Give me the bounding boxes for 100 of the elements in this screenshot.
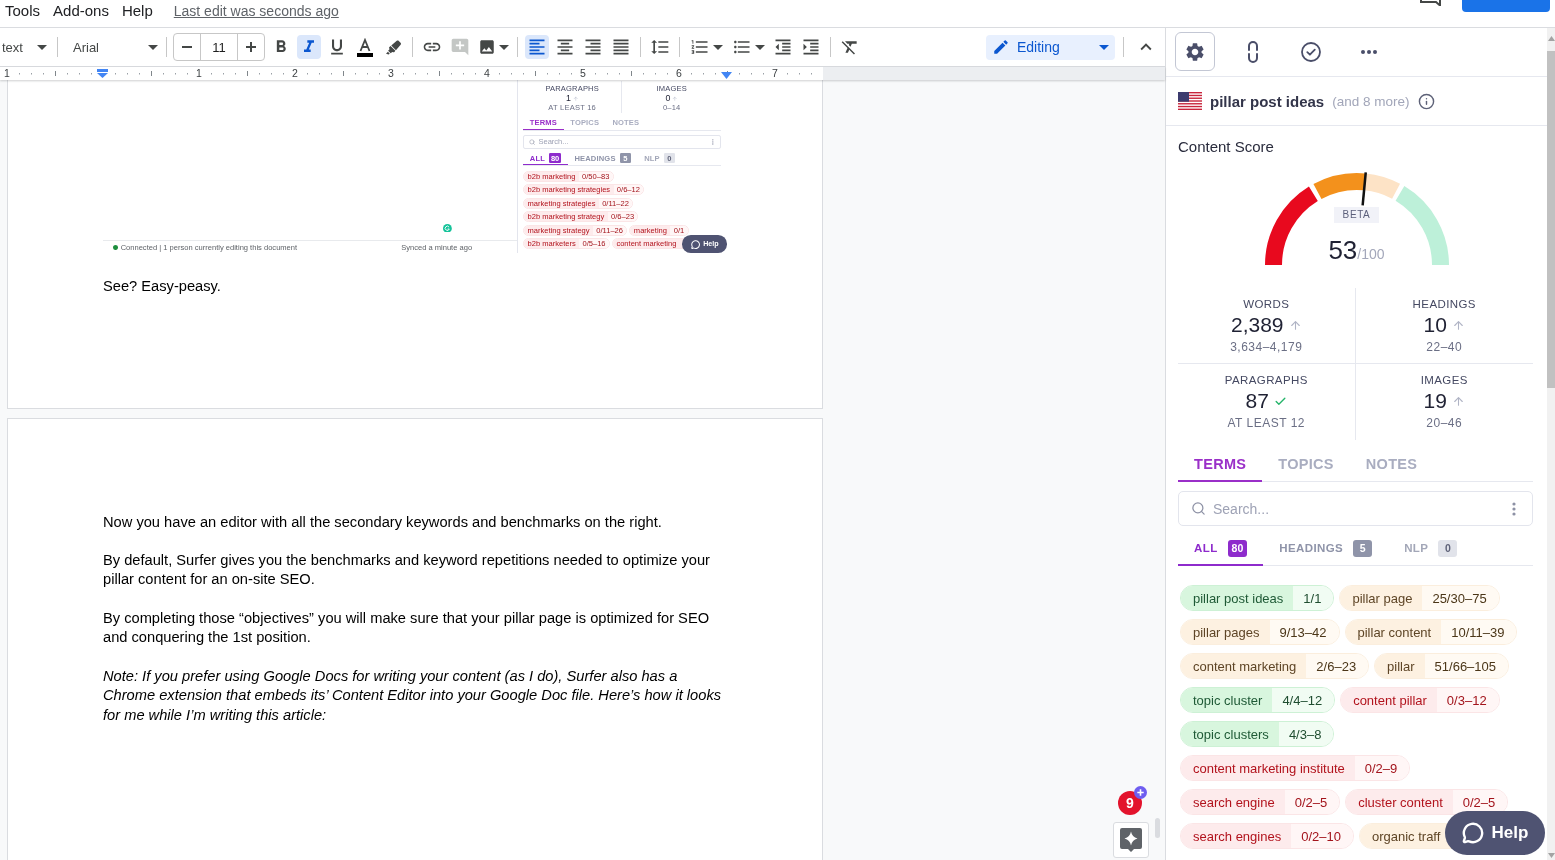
metric-range: 3,634–4,179 <box>1230 339 1303 355</box>
beta-label: BETA <box>1333 207 1380 223</box>
menu-item[interactable]: Help <box>121 2 153 20</box>
metric-label: HEADINGS <box>1412 297 1476 312</box>
term-count: 10/11–39 <box>1441 620 1517 644</box>
ruler-number: 1 <box>3 67 11 80</box>
align-right-icon <box>583 37 603 57</box>
term-label: content marketing <box>613 239 680 249</box>
term-count: 9/13–42 <box>1269 620 1339 644</box>
term-label: b2b marketing <box>524 172 579 181</box>
filter-tab[interactable]: ALL 80 <box>1178 532 1264 566</box>
left-indent-icon <box>97 69 108 78</box>
chat-bubble-icon <box>1461 822 1484 844</box>
section-title: Content Score <box>1178 138 1275 156</box>
kebab-menu-icon <box>711 138 714 145</box>
panel-tab[interactable]: TERMS <box>523 116 564 131</box>
term-label: pillar page <box>1340 586 1423 610</box>
sparkle-icon <box>1120 828 1142 852</box>
flag-icon <box>1178 92 1202 110</box>
align-left-button[interactable] <box>525 35 549 59</box>
caret-icon <box>754 44 765 50</box>
plus-icon <box>1134 786 1147 799</box>
term-label: pillar <box>1375 654 1425 678</box>
help-button[interactable]: Help <box>1445 811 1545 855</box>
editing-mode-button[interactable]: Editing <box>986 34 1115 60</box>
filter-tab[interactable]: ALL 80 <box>523 151 568 166</box>
more-icon <box>1361 49 1377 54</box>
metric-label: PARAGRAPHS <box>1224 373 1308 388</box>
ruler-number: 2 <box>291 67 299 80</box>
font-size-field[interactable]: 11 <box>200 34 238 60</box>
metric-value: 0 <box>665 93 671 104</box>
caret-icon <box>1099 44 1109 50</box>
term-count: 4/3–8 <box>1278 722 1334 746</box>
image-icon <box>477 38 496 56</box>
last-edit-link[interactable]: Last edit was seconds ago <box>173 2 339 20</box>
term-label: organic traff <box>1359 824 1451 848</box>
sync-status: Synced a minute ago <box>401 242 474 252</box>
term-count: 0/50–83 <box>578 172 613 181</box>
term-count: 0/11–22 <box>598 198 633 208</box>
font-select[interactable]: Arial <box>63 33 163 61</box>
term-label: marketing strategies <box>524 198 599 208</box>
connection-status: Connected | 1 person currently editing this document <box>120 242 298 252</box>
term-count: 0/5–16 <box>579 239 609 249</box>
term-label: b2b marketers <box>524 239 580 249</box>
caret-icon <box>712 44 723 50</box>
metric-value: 87 <box>1245 388 1269 414</box>
term-label: cluster content <box>1346 790 1453 814</box>
term-count: 4/4–12 <box>1272 688 1335 712</box>
increase-indent-icon <box>801 37 821 57</box>
scroll-down-icon <box>1547 853 1555 858</box>
ruler-number: 6 <box>675 67 683 80</box>
info-icon <box>1417 92 1435 110</box>
term-label: topic cluster <box>1181 688 1273 712</box>
term-label: marketing strategy <box>524 225 593 235</box>
round-logo-icon <box>442 223 452 233</box>
scroll-up-icon <box>1547 36 1555 41</box>
ruler-number: 7 <box>771 67 779 80</box>
score-value: 53 <box>1328 237 1358 263</box>
menu-item[interactable]: Add-ons <box>53 2 109 20</box>
notification-count[interactable]: 9 <box>1118 791 1142 815</box>
term-label: b2b marketing strategies <box>524 185 614 195</box>
metric-value: 10 <box>1423 312 1447 338</box>
plus-icon <box>246 42 256 52</box>
metric-range: AT LEAST 12 <box>1227 415 1305 431</box>
term-count: 0/1 <box>670 225 688 235</box>
panel-tab[interactable]: TERMS <box>1178 447 1263 482</box>
ruler-number: 4 <box>483 67 491 80</box>
caret-icon <box>148 44 158 50</box>
term-label: topic clusters <box>1181 722 1279 746</box>
term-label: content pillar <box>1341 688 1437 712</box>
term-label: b2b marketing strategy <box>524 212 608 222</box>
term-label: search engines <box>1181 824 1292 848</box>
filter-tab[interactable]: HEADINGS 5 <box>567 151 638 166</box>
caret-icon <box>498 44 509 50</box>
term-count: 0/11–26 <box>592 225 627 235</box>
align-left-icon <box>527 37 547 57</box>
comment-icon <box>1418 0 1442 6</box>
term-label: pillar content <box>1345 620 1442 644</box>
metric-range: 20–46 <box>1426 415 1463 431</box>
metric-range: 0–14 <box>662 104 681 113</box>
italic-button[interactable] <box>297 35 321 59</box>
metric-label: IMAGES <box>656 84 687 93</box>
paragraph: Now you have an editor with all the secondary keywords and benchmarks on the right. <box>103 512 663 532</box>
term-label: marketing <box>630 225 671 235</box>
sparkle-button[interactable] <box>1113 822 1149 858</box>
paragraph: Note: If you prefer using Google Docs for writing your content (as I do), Surfer also has a Chrome extension that embeds its’ Content Editor into your Google Doc file. Here’s how it looks for me while I’m writing this article: <box>103 666 723 725</box>
menu-item[interactable]: Tools <box>5 2 41 20</box>
paragraph: By completing those “objectives” you will make sure that your pillar page is optimized for SEO and conquering the 1st position. <box>103 609 711 648</box>
justify-icon <box>611 37 631 57</box>
text-color-icon <box>357 37 373 57</box>
term-count: 0/3–12 <box>1436 688 1499 712</box>
style-select[interactable]: text <box>0 33 52 61</box>
filter-tab[interactable]: HEADINGS 5 <box>1263 532 1389 566</box>
term-label: search engine <box>1181 790 1285 814</box>
count-badge: 5 <box>619 153 631 164</box>
numbered-list-icon <box>689 37 710 57</box>
count-badge: 0 <box>1438 539 1458 557</box>
metric-value: 2,389 <box>1230 312 1284 338</box>
decrease-indent-icon <box>773 37 793 57</box>
settings-button[interactable] <box>1175 32 1215 71</box>
